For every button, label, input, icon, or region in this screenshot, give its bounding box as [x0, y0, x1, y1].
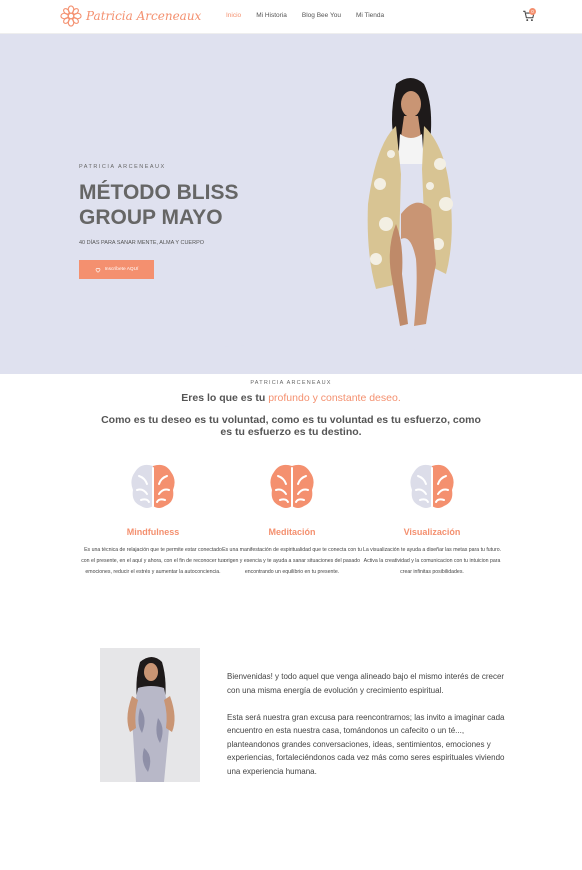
- feature-title: Visualización: [403, 527, 461, 537]
- hero-curve-divider: [0, 340, 582, 370]
- welcome-text: Bienvenidas! y todo aquel que venga alin…: [227, 670, 507, 778]
- main-nav: Inicio Mi Historia Blog Bee You Mi Tiend…: [226, 12, 384, 19]
- nav-blog-bee-you[interactable]: Blog Bee You: [302, 12, 341, 19]
- feature-title: Meditación: [268, 527, 316, 537]
- feature-text: La visualización te ayuda a diseñar las …: [362, 547, 502, 575]
- woman-portrait-image: [100, 648, 200, 782]
- nav-inicio[interactable]: Inicio: [226, 12, 241, 19]
- brain-icon: [131, 464, 175, 508]
- heart-icon: [95, 267, 100, 273]
- feature-text: Es una manifestación de espiritualidad q…: [222, 547, 362, 575]
- feature-mindfulness: Mindfulness Es una técnica de relajación…: [78, 460, 228, 578]
- quote-line-1-highlight: profundo y constante deseo.: [268, 392, 401, 404]
- brain-icon: [410, 464, 454, 508]
- feature-text: Es una técnica de relajación que te perm…: [81, 547, 225, 575]
- enroll-button[interactable]: Inscríbete AQUÍ: [79, 260, 154, 279]
- welcome-photo: [100, 648, 200, 782]
- site-logo[interactable]: Patricia Arceneaux: [60, 5, 201, 27]
- quote-line-1: Eres lo que es tu profundo y constante d…: [0, 392, 582, 404]
- hero-section: PATRICIA ARCENEAUX MÉTODO BLISS GROUP MA…: [0, 34, 582, 374]
- quote-line-1-prefix: Eres lo que es tu: [181, 392, 266, 404]
- enroll-button-label: Inscríbete AQUÍ: [104, 267, 139, 272]
- brain-icon: [270, 464, 314, 508]
- hero-subtitle: 40 DÍAS PARA SANAR MENTE, ALMA Y CUERPO: [79, 240, 205, 246]
- nav-mi-historia[interactable]: Mi Historia: [256, 12, 287, 19]
- quote-eyebrow: PATRICIA ARCENEAUX: [250, 380, 332, 386]
- feature-meditacion: Meditación Es una manifestación de espir…: [217, 460, 367, 578]
- quote-line-2: Como es tu deseo es tu voluntad, como es…: [101, 414, 481, 438]
- nav-mi-tienda[interactable]: Mi Tienda: [356, 12, 384, 19]
- site-header: Patricia Arceneaux Inicio Mi Historia Bl…: [0, 0, 582, 34]
- feature-visualizacion: Visualización La visualización te ayuda …: [357, 460, 507, 578]
- hero-title: MÉTODO BLISS GROUP MAYO: [79, 181, 239, 229]
- hero-woman-photo: [367, 78, 453, 326]
- logo-text: Patricia Arceneaux: [86, 9, 202, 23]
- flower-logo-icon: [60, 5, 82, 27]
- feature-title: Mindfulness: [126, 527, 180, 537]
- hero-eyebrow: PATRICIA ARCENEAUX: [79, 164, 166, 170]
- cart-count-badge: 0: [529, 8, 536, 15]
- welcome-paragraph-2: Esta será nuestra gran excusa para reenc…: [227, 712, 505, 776]
- welcome-paragraph-1: Bienvenidas! y todo aquel que venga alin…: [227, 672, 505, 695]
